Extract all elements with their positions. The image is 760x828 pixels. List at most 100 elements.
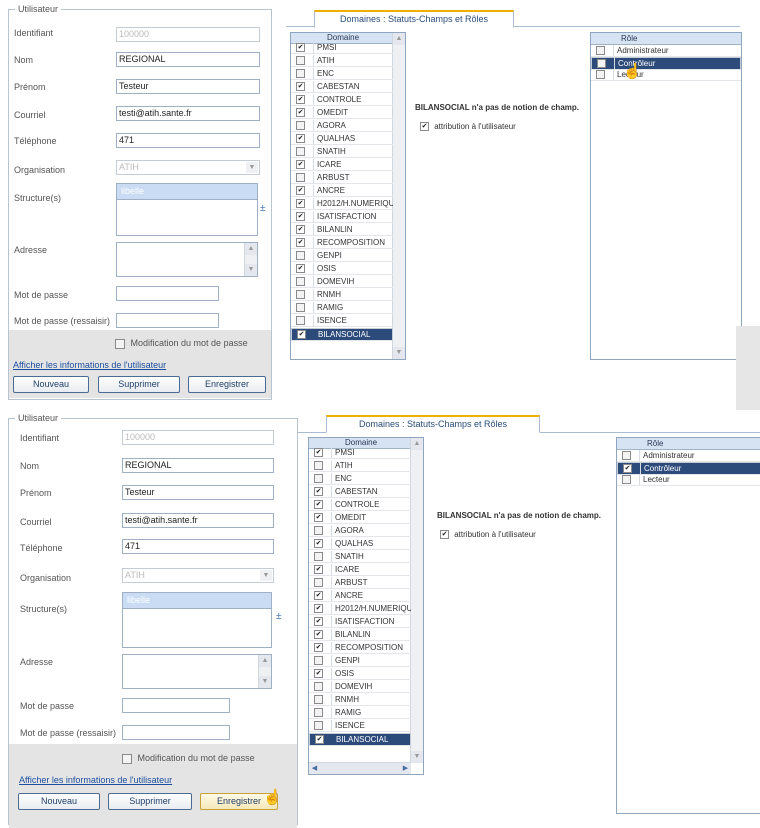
structures-list[interactable]: libelle: [116, 183, 258, 236]
domain-row[interactable]: ✔ OSIS: [309, 668, 411, 680]
role-checkbox[interactable]: [597, 59, 606, 68]
domain-row[interactable]: ISENCE: [309, 720, 411, 732]
courriel-field[interactable]: testi@atih.sante.fr: [122, 513, 274, 528]
mot-de-passe-ressaisir-field[interactable]: [122, 725, 230, 740]
structures-list[interactable]: libelle: [122, 592, 272, 648]
domain-checkbox[interactable]: ✔: [296, 82, 305, 91]
domain-checkbox[interactable]: [296, 251, 305, 260]
domain-row[interactable]: ✔ CABESTAN: [309, 486, 411, 498]
roles-list[interactable]: Rôle Administrateur Contrôleur Lecteur: [590, 32, 742, 360]
domain-row[interactable]: ✔ BILANSOCIAL: [291, 328, 393, 341]
domain-row[interactable]: RAMIG: [309, 707, 411, 719]
domain-checkbox[interactable]: [296, 290, 305, 299]
roles-list[interactable]: Rôle Administrateur ✔ Contrôleur Lecteur: [616, 437, 760, 814]
role-row[interactable]: Administrateur: [617, 450, 760, 462]
domain-row[interactable]: RNMH: [309, 694, 411, 706]
domain-checkbox[interactable]: [296, 121, 305, 130]
domain-row[interactable]: ✔ BILANLIN: [309, 629, 411, 641]
domain-checkbox[interactable]: [296, 303, 305, 312]
role-checkbox[interactable]: ✔: [623, 464, 632, 473]
role-row[interactable]: Administrateur: [591, 45, 741, 57]
domain-checkbox[interactable]: ✔: [314, 630, 323, 639]
prenom-field[interactable]: Testeur: [116, 79, 260, 94]
nom-field[interactable]: REGIONAL: [122, 458, 274, 473]
domain-checkbox[interactable]: ✔: [314, 448, 323, 457]
scroll-up-icon[interactable]: ▲: [259, 655, 271, 667]
prenom-field[interactable]: Testeur: [122, 485, 274, 500]
scroll-up-icon[interactable]: ▲: [411, 438, 423, 450]
domain-row[interactable]: ✔ QUALHAS: [309, 538, 411, 550]
add-structure-icon[interactable]: ±: [260, 203, 266, 214]
domain-checkbox[interactable]: ✔: [296, 108, 305, 117]
scroll-down-icon[interactable]: ▼: [259, 676, 271, 688]
mot-de-passe-field[interactable]: [116, 286, 219, 301]
modif-mdp-row[interactable]: Modification du mot de passe: [115, 338, 248, 349]
tab-domaines[interactable]: Domaines : Statuts-Champs et Rôles: [314, 10, 514, 28]
domain-hscrollbar[interactable]: ◀ ▶: [309, 762, 411, 774]
domain-row[interactable]: ARBUST: [309, 577, 411, 589]
domain-checkbox[interactable]: ✔: [296, 43, 305, 52]
afficher-infos-link[interactable]: Afficher les informations de l'utilisate…: [13, 360, 166, 370]
domain-checkbox[interactable]: [296, 173, 305, 182]
domain-checkbox[interactable]: ✔: [314, 500, 323, 509]
domain-row[interactable]: SNATIH: [291, 146, 393, 158]
attribution-checkbox[interactable]: ✔: [440, 530, 449, 540]
domain-checkbox[interactable]: [296, 56, 305, 65]
domain-row[interactable]: ENC: [291, 68, 393, 80]
domain-row[interactable]: ✔ PMSI: [309, 447, 411, 459]
domain-row[interactable]: ATIH: [309, 460, 411, 472]
domain-row[interactable]: ✔ OMEDIT: [291, 107, 393, 119]
supprimer-button[interactable]: Supprimer: [108, 793, 192, 810]
domain-checkbox[interactable]: ✔: [296, 199, 305, 208]
adresse-scrollbar[interactable]: ▲ ▼: [244, 243, 257, 276]
domain-checkbox[interactable]: [314, 656, 323, 665]
attribution-checkbox[interactable]: ✔: [420, 122, 429, 132]
domain-list[interactable]: Domaine ▲ ▼ ◀ ▶ ✔ PMSI ATIH ENC ✔ CABESTAN ✔ CO…: [308, 437, 424, 775]
scroll-up-icon[interactable]: ▲: [393, 33, 405, 45]
domain-checkbox[interactable]: [314, 721, 323, 730]
domain-checkbox[interactable]: ✔: [296, 264, 305, 273]
mot-de-passe-field[interactable]: [122, 698, 230, 713]
domain-row[interactable]: RAMIG: [291, 302, 393, 314]
domain-row[interactable]: ✔ PMSI: [291, 42, 393, 54]
scroll-down-icon[interactable]: ▼: [245, 264, 257, 276]
domain-checkbox[interactable]: [314, 474, 323, 483]
domain-checkbox[interactable]: [314, 526, 323, 535]
domain-list[interactable]: Domaine ▲ ▼ ✔ PMSI ATIH ENC ✔ CABESTAN ✔ CONTRO…: [290, 32, 406, 360]
domain-checkbox[interactable]: ✔: [296, 95, 305, 104]
attribution-row[interactable]: ✔ attribution à l'utilisateur: [440, 530, 536, 540]
domain-row[interactable]: ✔ OMEDIT: [309, 512, 411, 524]
domain-row[interactable]: DOMEVIH: [309, 681, 411, 693]
role-checkbox[interactable]: [622, 475, 631, 484]
nouveau-button[interactable]: Nouveau: [18, 793, 100, 810]
scroll-right-icon[interactable]: ▶: [400, 763, 411, 774]
domain-checkbox[interactable]: ✔: [314, 617, 323, 626]
domain-checkbox[interactable]: [314, 695, 323, 704]
domain-checkbox[interactable]: ✔: [296, 134, 305, 143]
domain-row[interactable]: RNMH: [291, 289, 393, 301]
domain-row[interactable]: ✔ ICARE: [309, 564, 411, 576]
domain-row[interactable]: ATIH: [291, 55, 393, 67]
domain-checkbox[interactable]: ✔: [296, 212, 305, 221]
courriel-field[interactable]: testi@atih.sante.fr: [116, 106, 260, 121]
domain-checkbox[interactable]: [296, 316, 305, 325]
modif-mdp-checkbox[interactable]: [115, 338, 125, 349]
domain-checkbox[interactable]: [314, 708, 323, 717]
domain-row[interactable]: ✔ BILANSOCIAL: [309, 733, 411, 746]
telephone-field[interactable]: 471: [122, 539, 274, 554]
domain-checkbox[interactable]: ✔: [314, 591, 323, 600]
domain-row[interactable]: GENPI: [309, 655, 411, 667]
mot-de-passe-ressaisir-field[interactable]: [116, 313, 219, 328]
domain-checkbox[interactable]: [296, 69, 305, 78]
scroll-down-icon[interactable]: ▼: [411, 751, 423, 763]
role-row[interactable]: Lecteur: [591, 69, 741, 81]
domain-scrollbar[interactable]: ▲ ▼: [410, 438, 423, 763]
domain-checkbox[interactable]: [296, 277, 305, 286]
add-structure-icon[interactable]: ±: [276, 611, 282, 622]
telephone-field[interactable]: 471: [116, 133, 260, 148]
domain-row[interactable]: ✔ ICARE: [291, 159, 393, 171]
domain-checkbox[interactable]: [314, 578, 323, 587]
domain-row[interactable]: ENC: [309, 473, 411, 485]
domain-checkbox[interactable]: ✔: [314, 487, 323, 496]
domain-checkbox[interactable]: ✔: [315, 735, 324, 744]
